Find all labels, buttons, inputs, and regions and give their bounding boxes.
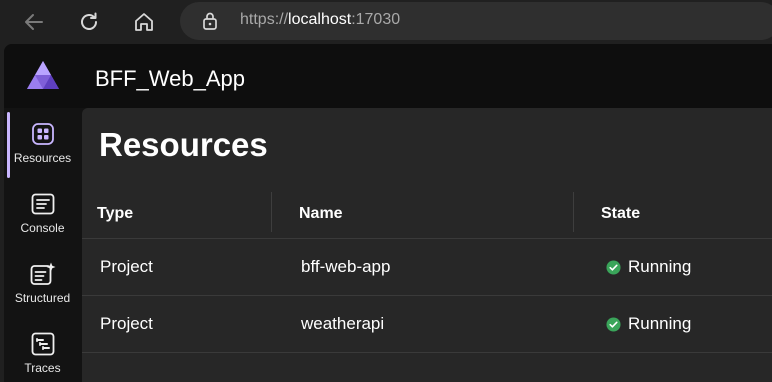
sidebar-item-traces[interactable]: Traces	[4, 318, 81, 382]
home-icon	[135, 13, 153, 31]
sidebar-item-label: Resources	[13, 151, 72, 165]
console-icon	[30, 191, 56, 217]
main-panel: Resources Type Name State Project bff-we…	[82, 108, 772, 382]
address-bar[interactable]: https://localhost:17030	[180, 2, 772, 40]
cell-name[interactable]: weatherapi	[301, 296, 384, 352]
cell-state: Running	[606, 239, 691, 295]
sidebar-item-resources[interactable]: Resources	[4, 108, 81, 178]
cell-type: Project	[100, 314, 153, 333]
back-icon	[25, 14, 43, 30]
browser-toolbar: https://localhost:17030	[0, 0, 772, 44]
cell-state: Running	[606, 296, 691, 352]
sidebar: Resources Console Structured Traces	[4, 108, 81, 382]
column-resize-handle[interactable]	[271, 192, 272, 232]
sidebar-item-structured[interactable]: Structured	[4, 248, 81, 318]
column-header-type[interactable]: Type	[97, 190, 133, 238]
column-header-name[interactable]: Name	[299, 190, 343, 238]
url-host: localhost	[288, 11, 352, 28]
column-resize-handle[interactable]	[573, 192, 574, 232]
lock-icon[interactable]	[201, 11, 219, 35]
page-title: Resources	[99, 126, 268, 163]
sidebar-item-label: Structured	[14, 291, 71, 305]
check-circle-icon	[606, 259, 621, 275]
state-label: Running	[628, 314, 692, 333]
refresh-button[interactable]	[75, 8, 103, 36]
app-title: BFF_Web_App	[95, 66, 246, 91]
row-divider	[82, 352, 772, 353]
structured-icon	[30, 261, 56, 287]
app-window: BFF_Web_App Resources Console Structured	[4, 44, 772, 382]
sidebar-item-console[interactable]: Console	[4, 178, 81, 248]
check-circle-icon	[606, 316, 621, 332]
refresh-icon	[81, 12, 97, 30]
url-text: https://localhost:17030	[240, 11, 400, 29]
home-button[interactable]	[130, 8, 158, 36]
cell-name[interactable]: bff-web-app	[301, 239, 390, 295]
traces-icon	[30, 331, 56, 357]
aspire-logo-icon[interactable]	[26, 60, 60, 94]
url-port: :17030	[351, 11, 401, 28]
active-indicator	[7, 112, 10, 178]
resources-icon	[30, 121, 56, 147]
url-scheme: https://	[240, 11, 289, 28]
state-label: Running	[628, 257, 692, 276]
sidebar-item-label: Console	[20, 221, 65, 235]
column-header-state[interactable]: State	[601, 190, 640, 238]
app-header: BFF_Web_App	[4, 44, 772, 108]
back-button[interactable]	[20, 8, 48, 36]
sidebar-item-label: Traces	[24, 361, 61, 375]
cell-type: Project	[100, 257, 153, 276]
